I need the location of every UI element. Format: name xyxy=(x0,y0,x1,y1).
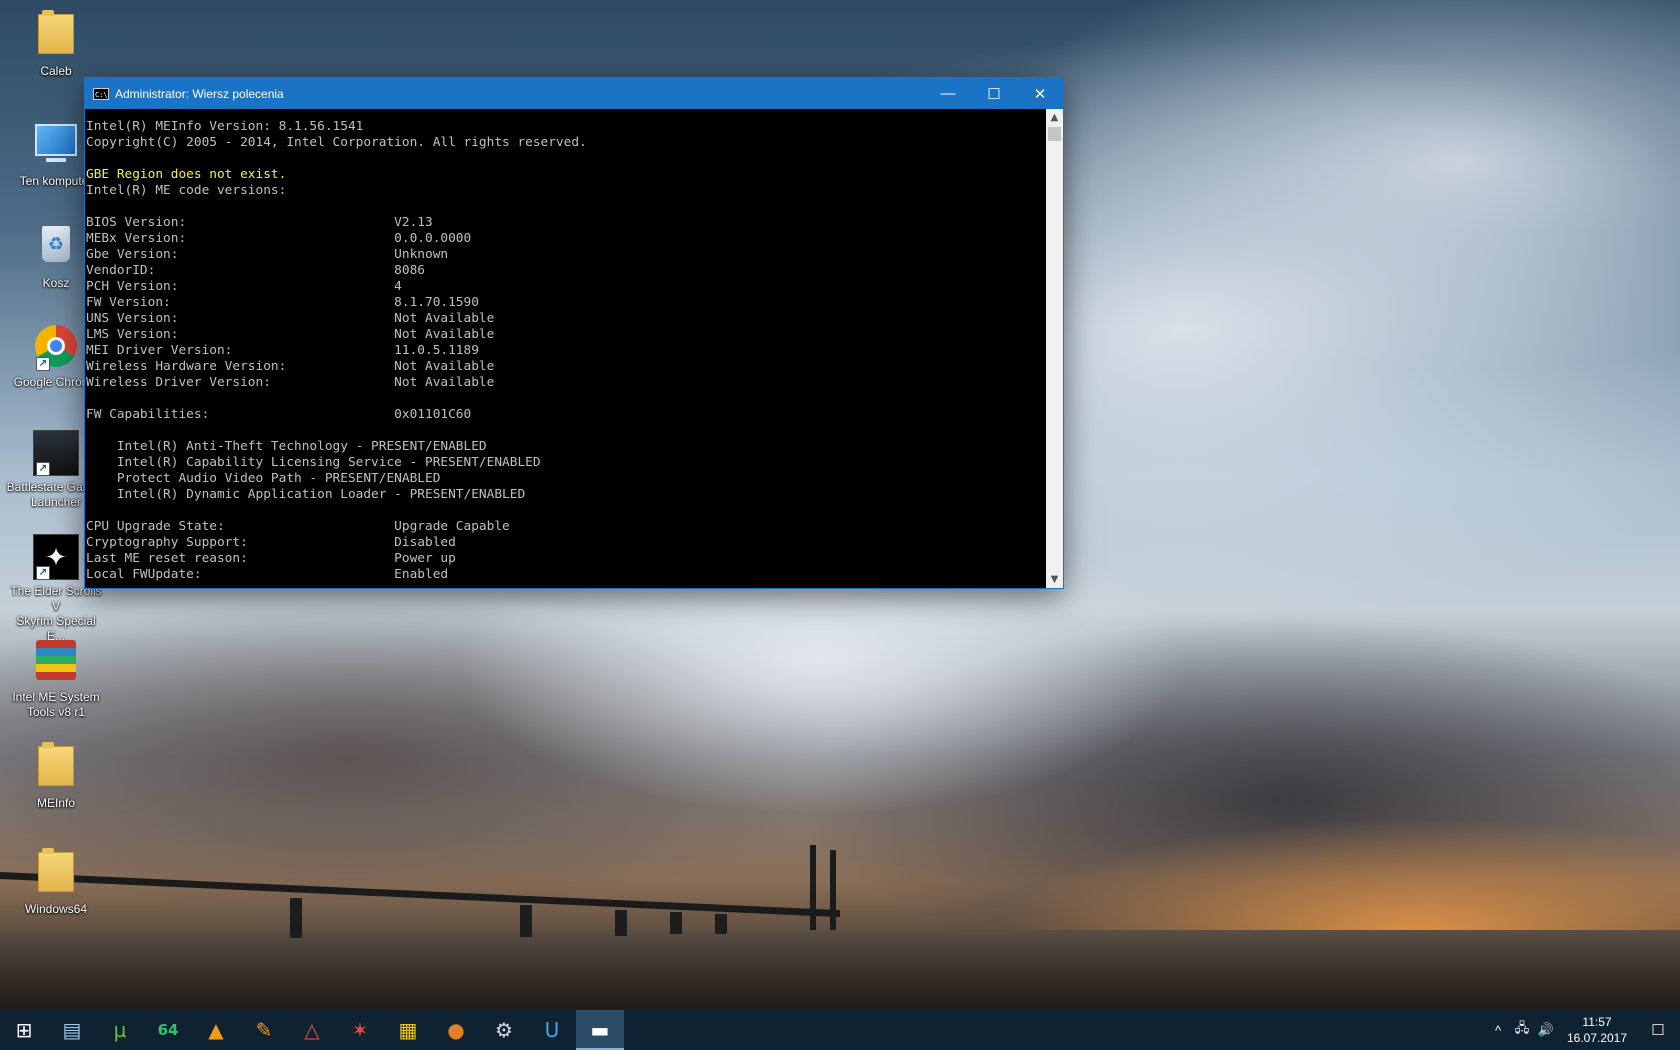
console-output[interactable]: Intel(R) MEInfo Version: 8.1.56.1541 Copy… xyxy=(85,109,1046,588)
console-line: FW Version: 8.1.70.1590 xyxy=(86,295,479,310)
desktop-icon[interactable]: Intel ME System Tools v8 r1 xyxy=(6,636,106,720)
chrome-icon: ↗ xyxy=(32,325,80,373)
desktop-icon[interactable]: MEInfo xyxy=(6,742,106,811)
console-line: LMS Version: Not Available xyxy=(86,327,495,342)
console-line: Intel(R) Capability Licensing Service - … xyxy=(86,455,541,470)
shortcut-arrow-icon: ↗ xyxy=(36,462,50,476)
console-line: Wireless Hardware Version: Not Available xyxy=(86,359,495,374)
winrar-archive-icon xyxy=(32,640,80,688)
wallpaper-bridge xyxy=(0,872,840,918)
console-text: Intel(R) MEInfo Version: 8.1.56.1541 Copy… xyxy=(85,109,1046,583)
pen-tool-icon[interactable]: ✎ xyxy=(240,1010,288,1050)
recycle-bin-icon: ♻ xyxy=(32,226,80,274)
console-line: UNS Version: Not Available xyxy=(86,311,495,326)
console-line: Copyright(C) 2005 - 2014, Intel Corporat… xyxy=(86,135,587,150)
scroll-down-icon[interactable]: ▼ xyxy=(1046,571,1063,588)
console-line: Intel(R) Dynamic Application Loader - PR… xyxy=(86,487,526,502)
window-titlebar[interactable]: C:\ Administrator: Wiersz polecenia — ☐ … xyxy=(85,78,1063,109)
network-icon[interactable]: 🖧 xyxy=(1510,1019,1534,1041)
cmd-app-icon: C:\ xyxy=(93,87,109,100)
desktop-icon-label: The Elder Scrolls V Skyrim Special E... xyxy=(10,584,102,643)
wallpaper-sea xyxy=(0,930,1680,1010)
console-line: CPU Upgrade State: Upgrade Capable xyxy=(86,519,510,534)
utorrent-icon[interactable]: µ xyxy=(96,1010,144,1050)
wallpaper-bridge-pillar xyxy=(290,898,302,938)
scroll-up-icon[interactable]: ▲ xyxy=(1046,109,1063,126)
console-line: GBE Region does not exist. xyxy=(86,167,287,182)
adobe-icon[interactable]: △ xyxy=(288,1010,336,1050)
file-explorer-icon[interactable]: ▤ xyxy=(48,1010,96,1050)
command-prompt-icon[interactable]: ▬ xyxy=(576,1010,624,1050)
command-prompt-window[interactable]: C:\ Administrator: Wiersz polecenia — ☐ … xyxy=(85,78,1063,588)
desktop-icon[interactable]: Caleb xyxy=(6,10,106,79)
taskbar-apps: ⊞ ▤ µ 64 ▲ ✎ △ ✶ ▦ ● ⚙ U ▬ xyxy=(0,1010,624,1050)
console-line: Gbe Version: Unknown xyxy=(86,247,449,262)
minimize-button[interactable]: — xyxy=(925,78,971,109)
clock-date: 16.07.2017 xyxy=(1566,1031,1628,1045)
wallpaper-bridge-tower xyxy=(830,850,836,930)
maximize-button[interactable]: ☐ xyxy=(971,78,1017,109)
console-line: Wireless Driver Version: Not Available xyxy=(86,375,495,390)
origin-icon[interactable]: ● xyxy=(432,1010,480,1050)
total-commander-64-icon[interactable]: 64 xyxy=(144,1010,192,1050)
wallpaper-bridge-pillar xyxy=(520,905,532,937)
user-folder-icon xyxy=(32,10,80,62)
console-line: Cryptography Support: Disabled xyxy=(86,535,456,550)
desktop-icon-label: Intel ME System Tools v8 r1 xyxy=(12,690,100,719)
clock-time: 11:57 xyxy=(1582,1015,1612,1029)
desktop-icon-label: Windows64 xyxy=(24,902,88,916)
windows-start-icon[interactable]: ⊞ xyxy=(0,1010,48,1050)
wallpaper-bridge-pillar xyxy=(615,910,627,936)
console-line: VendorID: 8086 xyxy=(86,263,425,278)
console-line: MEBx Version: 0.0.0.0000 xyxy=(86,231,472,246)
avast-icon[interactable]: ▲ xyxy=(192,1010,240,1050)
vertical-scrollbar[interactable]: ▲ ▼ xyxy=(1046,109,1063,588)
wallpaper-bridge-tower xyxy=(810,845,816,930)
system-tray: ^ 🖧 🔊 11:57 16.07.2017 ☐ xyxy=(1486,1010,1680,1050)
scrollbar-thumb[interactable] xyxy=(1048,127,1061,141)
console-line: Intel(R) MEInfo Version: 8.1.56.1541 xyxy=(86,119,364,134)
game-launcher-icon[interactable]: ✶ xyxy=(336,1010,384,1050)
close-button[interactable]: ✕ xyxy=(1017,78,1063,109)
desktop-icon[interactable]: Windows64 xyxy=(6,848,106,917)
clapperboard-icon[interactable]: ▦ xyxy=(384,1010,432,1050)
console-line: MEI Driver Version: 11.0.5.1189 xyxy=(86,343,479,358)
desktop-icon-label: Caleb xyxy=(40,64,72,78)
console-line: FW Capabilities: 0x01101C60 xyxy=(86,407,472,422)
battlestate-icon: ↗ xyxy=(32,430,80,478)
taskbar: ⊞ ▤ µ 64 ▲ ✎ △ ✶ ▦ ● ⚙ U ▬ ^ 🖧 🔊 11:57 16.07.2017 ☐ xyxy=(0,1010,1680,1050)
tray-chevron-icon[interactable]: ^ xyxy=(1486,1023,1510,1038)
console-line: BIOS Version: V2.13 xyxy=(86,215,433,230)
uplay-icon[interactable]: U xyxy=(528,1010,576,1050)
skyrim-icon: ✦ ↗ xyxy=(32,534,80,582)
wallpaper-bridge-pillar xyxy=(715,914,727,934)
folder-icon xyxy=(32,848,80,900)
wallpaper-bridge-pillar xyxy=(670,912,682,934)
console-line: Last ME reset reason: Power up xyxy=(86,551,456,566)
console-line: Intel(R) ME code versions: xyxy=(86,183,287,198)
console-line: Protect Audio Video Path - PRESENT/ENABL… xyxy=(86,471,441,486)
steam-icon[interactable]: ⚙ xyxy=(480,1010,528,1050)
computer-icon xyxy=(32,124,80,172)
window-title: Administrator: Wiersz polecenia xyxy=(115,86,284,101)
desktop-icon-label: MEInfo xyxy=(36,796,75,810)
volume-icon[interactable]: 🔊 xyxy=(1534,1022,1558,1038)
console-line: PCH Version: 4 xyxy=(86,279,402,294)
shortcut-arrow-icon: ↗ xyxy=(36,357,50,371)
console-line: Intel(R) Anti-Theft Technology - PRESENT… xyxy=(86,439,487,454)
console-line: Local FWUpdate: Enabled xyxy=(86,567,449,582)
clock[interactable]: 11:57 16.07.2017 xyxy=(1558,1014,1636,1046)
shortcut-arrow-icon: ↗ xyxy=(36,566,50,580)
action-center-icon[interactable]: ☐ xyxy=(1636,1021,1680,1039)
folder-icon xyxy=(32,742,80,794)
